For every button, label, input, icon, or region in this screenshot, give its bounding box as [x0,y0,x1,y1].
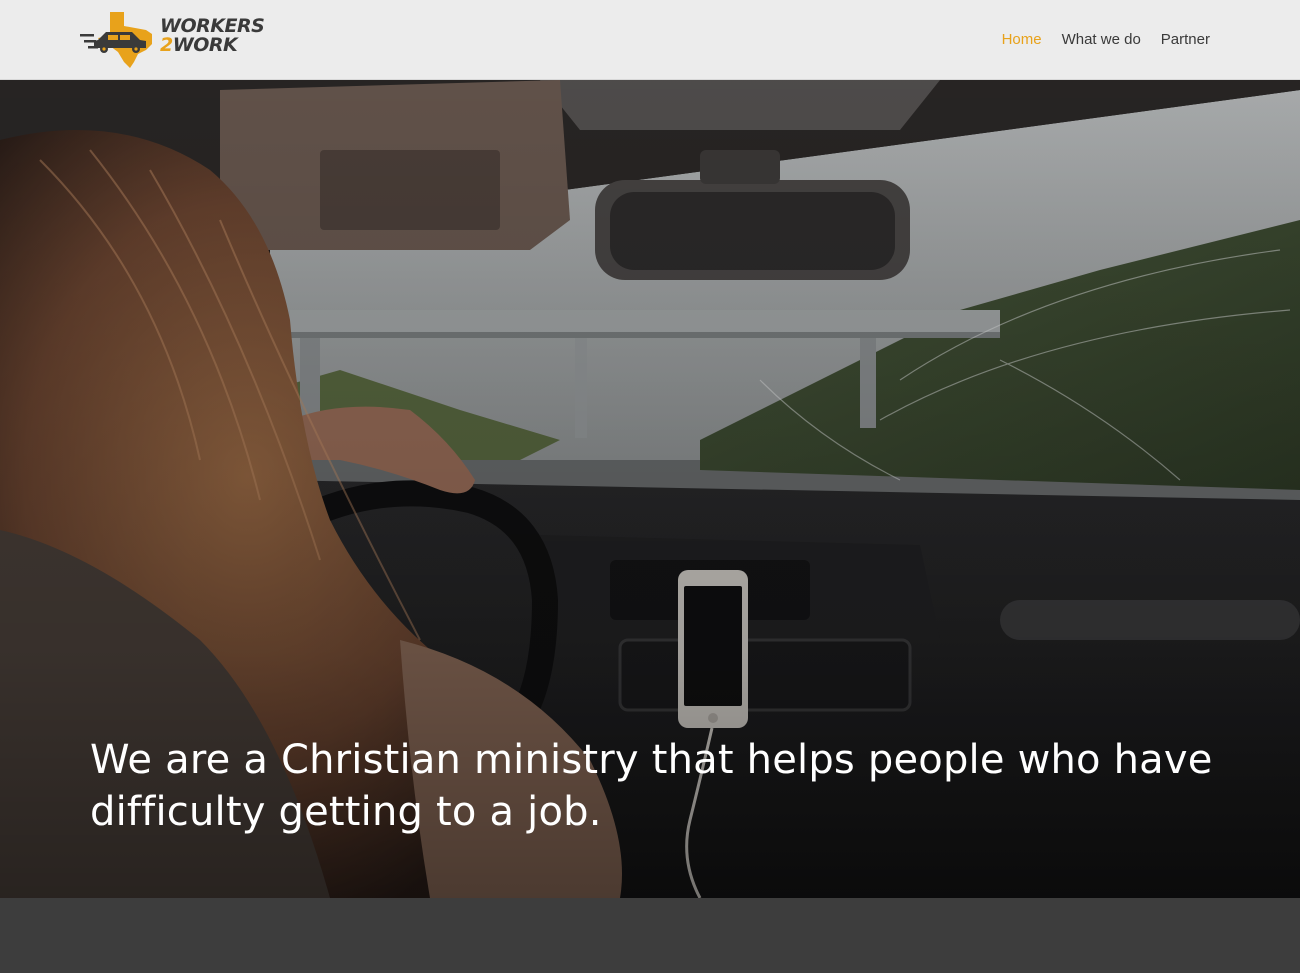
nav-home[interactable]: Home [1002,30,1042,50]
logo-word: WORK [172,34,238,56]
hero-headline-line2: difficulty getting to a job. [90,789,602,835]
texas-car-icon [80,12,152,68]
logo-number: 2 [160,34,173,56]
nav-partner[interactable]: Partner [1161,30,1210,50]
hero-headline: We are a Christian ministry that helps p… [90,734,1240,838]
site-header: WORKERS 2WORK Home What we do Partner [0,0,1300,80]
main-nav: Home What we do Partner [1002,30,1210,50]
logo-wordmark: WORKERS 2WORK [160,17,265,55]
site-logo[interactable]: WORKERS 2WORK [80,10,280,70]
logo-line2: 2WORK [160,36,264,55]
footer-strip [0,898,1300,973]
hero-section: We are a Christian ministry that helps p… [0,80,1300,898]
nav-what-we-do[interactable]: What we do [1062,30,1141,50]
hero-headline-line1: We are a Christian ministry that helps p… [90,737,1213,783]
